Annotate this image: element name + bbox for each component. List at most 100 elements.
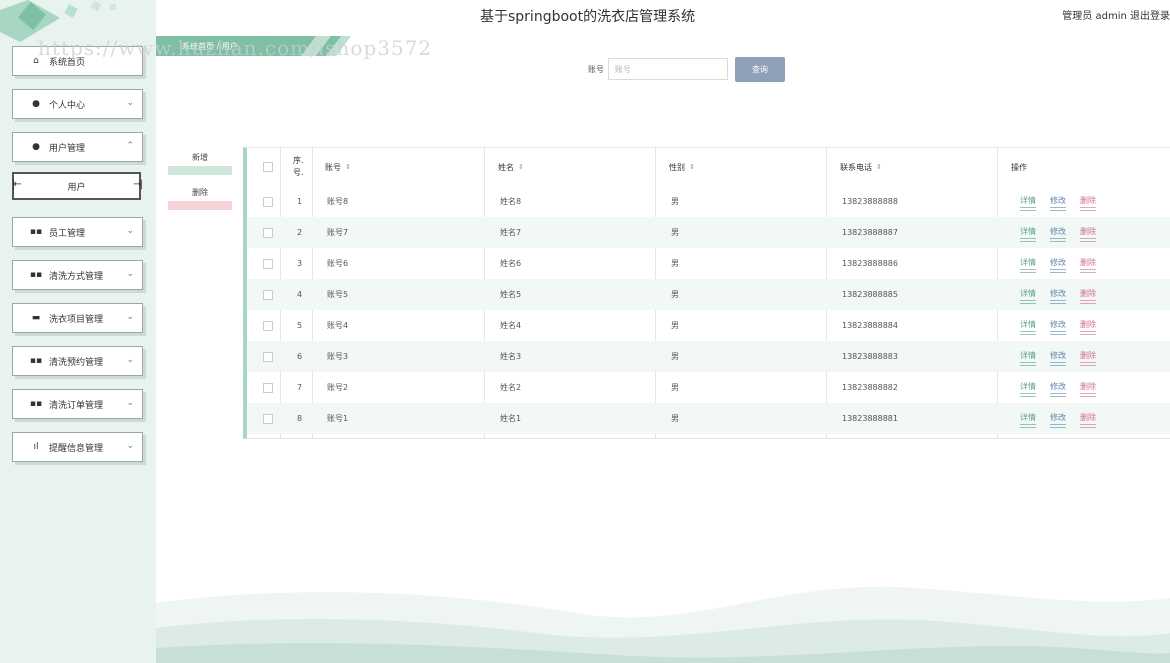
edit-link[interactable]: 修改 bbox=[1050, 412, 1066, 428]
delete-link[interactable]: 删除 bbox=[1080, 257, 1096, 273]
cell-phone: 13823888888 bbox=[842, 197, 898, 206]
detail-link[interactable]: 详情 bbox=[1020, 381, 1036, 397]
delete-link[interactable]: 删除 bbox=[1080, 226, 1096, 242]
detail-link[interactable]: 详情 bbox=[1020, 350, 1036, 366]
sidebar-subitem-users[interactable]: |← 用户 →| bbox=[12, 172, 143, 200]
header-gender[interactable]: 性别 ⇕ bbox=[669, 148, 695, 186]
sort-icon[interactable]: ⇕ bbox=[876, 163, 882, 171]
cell-gender: 男 bbox=[671, 228, 679, 237]
sidebar-item[interactable]: ▬ 洗衣项目管理 ⌄ bbox=[12, 303, 143, 333]
bulk-delete-button-label: 删除 bbox=[192, 188, 208, 197]
sidebar-item-label: 个人中心 bbox=[49, 100, 86, 111]
bar-chart-icon: ıl bbox=[33, 442, 39, 452]
sidebar-item[interactable]: ● 个人中心 ⌄ bbox=[12, 89, 143, 119]
sidebar-item[interactable]: ▪▪ 员工管理 ⌄ bbox=[12, 217, 143, 247]
chevron-down-icon: ⌄ bbox=[126, 226, 134, 236]
cell-gender: 男 bbox=[671, 197, 679, 206]
delete-link[interactable]: 删除 bbox=[1080, 350, 1096, 366]
cell-phone: 13823888884 bbox=[842, 321, 898, 330]
row-checkbox[interactable] bbox=[263, 382, 273, 393]
user-info[interactable]: 管理员 admin 退出登录 bbox=[1062, 7, 1170, 22]
sort-icon[interactable]: ⇕ bbox=[689, 163, 695, 171]
cell-index: 1 bbox=[297, 197, 303, 206]
cell-account: 账号4 bbox=[327, 321, 349, 330]
row-checkbox[interactable] bbox=[263, 289, 273, 300]
data-table: 序.号. 账号 ⇕ 姓名 ⇕ 性别 ⇕ 联系电话 ⇕ 操作 1 账号8 姓名8 男 138238… bbox=[243, 147, 1170, 439]
chevron-down-icon: ⌄ bbox=[126, 312, 134, 322]
cell-gender: 男 bbox=[671, 383, 679, 392]
chevron-down-icon: ⌄ bbox=[126, 355, 134, 365]
delete-link[interactable]: 删除 bbox=[1080, 195, 1096, 211]
table-row: 3 账号6 姓名6 男 13823888886 详情 修改 删除 bbox=[247, 248, 1170, 279]
grid-icon: ▪▪ bbox=[29, 356, 43, 366]
search-label: 账号 bbox=[588, 65, 604, 74]
sidebar-item-label: 洗衣项目管理 bbox=[49, 314, 104, 325]
sort-icon[interactable]: ⇕ bbox=[518, 163, 524, 171]
row-checkbox[interactable] bbox=[263, 351, 273, 362]
account-search-input[interactable] bbox=[608, 58, 728, 80]
sidebar-item-label: 清洗方式管理 bbox=[49, 271, 104, 282]
sidebar-item[interactable]: ▪▪ 清洗订单管理 ⌄ bbox=[12, 389, 143, 419]
row-checkbox[interactable] bbox=[263, 196, 273, 207]
sidebar-item[interactable]: ▪▪ 清洗方式管理 ⌄ bbox=[12, 260, 143, 290]
header-phone[interactable]: 联系电话 ⇕ bbox=[840, 148, 882, 186]
chevron-up-icon: ⌃ bbox=[126, 141, 134, 151]
detail-link[interactable]: 详情 bbox=[1020, 412, 1036, 428]
cell-select bbox=[263, 403, 273, 434]
detail-link[interactable]: 详情 bbox=[1020, 195, 1036, 211]
row-checkbox[interactable] bbox=[263, 320, 273, 331]
detail-link[interactable]: 详情 bbox=[1020, 257, 1036, 273]
sidebar-item[interactable]: ıl 提醒信息管理 ⌄ bbox=[12, 432, 143, 462]
cell-phone: 13823888883 bbox=[842, 352, 898, 361]
edit-link[interactable]: 修改 bbox=[1050, 381, 1066, 397]
edit-link[interactable]: 修改 bbox=[1050, 195, 1066, 211]
cell-index: 4 bbox=[297, 290, 303, 299]
chevron-down-icon: ⌄ bbox=[126, 398, 134, 408]
cell-account: 账号6 bbox=[327, 259, 349, 268]
cell-select bbox=[263, 372, 273, 403]
chevron-down-icon: ⌄ bbox=[126, 441, 134, 451]
header-name[interactable]: 姓名 ⇕ bbox=[498, 148, 524, 186]
edit-link[interactable]: 修改 bbox=[1050, 288, 1066, 304]
cell-gender: 男 bbox=[671, 352, 679, 361]
cell-phone: 13823888887 bbox=[842, 228, 898, 237]
cell-index: 2 bbox=[297, 228, 303, 237]
row-checkbox[interactable] bbox=[263, 413, 273, 424]
cell-select bbox=[263, 186, 273, 217]
sort-icon[interactable]: ⇕ bbox=[345, 163, 351, 171]
select-all-checkbox[interactable] bbox=[263, 148, 273, 186]
bulk-delete-button[interactable]: 删除 bbox=[168, 188, 232, 210]
cell-name: 姓名5 bbox=[500, 290, 522, 299]
detail-link[interactable]: 详情 bbox=[1020, 319, 1036, 335]
edit-link[interactable]: 修改 bbox=[1050, 226, 1066, 242]
delete-link[interactable]: 删除 bbox=[1080, 412, 1096, 428]
edit-link[interactable]: 修改 bbox=[1050, 257, 1066, 273]
sidebar-item-label: 清洗预约管理 bbox=[49, 357, 104, 368]
cell-account: 账号7 bbox=[327, 228, 349, 237]
search-button[interactable]: 查询 bbox=[735, 57, 785, 82]
table-row: 5 账号4 姓名4 男 13823888884 详情 修改 删除 bbox=[247, 310, 1170, 341]
cell-account: 账号5 bbox=[327, 290, 349, 299]
cell-name: 姓名3 bbox=[500, 352, 522, 361]
person-icon: ● bbox=[32, 99, 40, 109]
detail-link[interactable]: 详情 bbox=[1020, 288, 1036, 304]
sidebar-item[interactable]: ▪▪ 清洗预约管理 ⌄ bbox=[12, 346, 143, 376]
cell-account: 账号8 bbox=[327, 197, 349, 206]
detail-link[interactable]: 详情 bbox=[1020, 226, 1036, 242]
delete-link[interactable]: 删除 bbox=[1080, 288, 1096, 304]
edit-link[interactable]: 修改 bbox=[1050, 319, 1066, 335]
cell-name: 姓名1 bbox=[500, 414, 522, 423]
sidebar-item[interactable]: ● 用户管理 ⌃ bbox=[12, 132, 143, 162]
delete-link[interactable]: 删除 bbox=[1080, 319, 1096, 335]
edit-link[interactable]: 修改 bbox=[1050, 350, 1066, 366]
delete-link[interactable]: 删除 bbox=[1080, 381, 1096, 397]
row-checkbox[interactable] bbox=[263, 258, 273, 269]
add-button[interactable]: 新增 bbox=[168, 153, 232, 175]
cell-select bbox=[263, 341, 273, 372]
row-checkbox[interactable] bbox=[263, 227, 273, 238]
header-account-label: 账号 bbox=[325, 162, 341, 172]
header-account[interactable]: 账号 ⇕ bbox=[325, 148, 351, 186]
cell-index: 8 bbox=[297, 414, 303, 423]
header-phone-label: 联系电话 bbox=[840, 162, 872, 172]
arrow-left-icon: |← bbox=[12, 179, 22, 190]
